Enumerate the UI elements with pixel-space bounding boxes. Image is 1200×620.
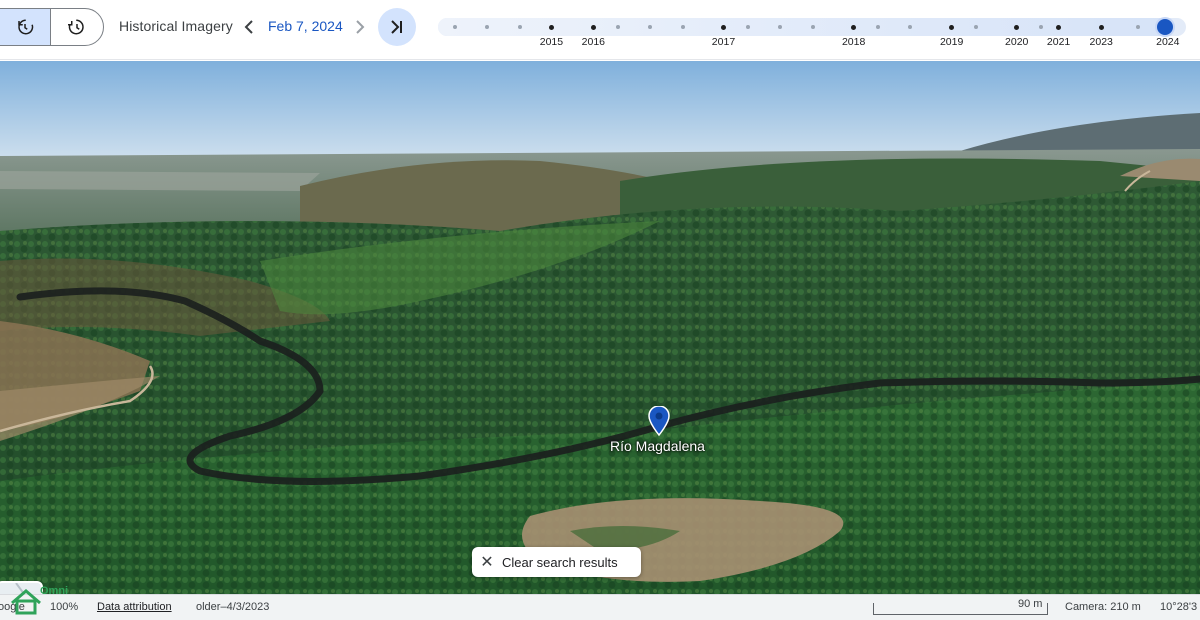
history-mode-button[interactable] [0, 9, 51, 45]
google-earth-app: Historical Imagery Feb 7, 2024 2015 2016 2… [0, 0, 1200, 620]
timeline-minor-tick [518, 25, 523, 29]
timeline-year-tick[interactable] [851, 24, 857, 30]
close-icon: ✕ [480, 554, 494, 571]
timeline-year-tick[interactable] [590, 24, 596, 30]
timeline-minor-tick [745, 25, 750, 29]
place-name-label[interactable]: Río Magdalena [610, 438, 705, 454]
status-bar: oogle 100% Data attribution older–4/3/20… [0, 594, 1200, 620]
timeline-year-label: 2021 [1046, 36, 1071, 48]
timeline-year-tick[interactable] [1014, 24, 1020, 30]
timeline-minor-tick [452, 25, 457, 29]
timeline-year-label: 2020 [1005, 36, 1029, 48]
timeline-minor-tick [875, 25, 880, 29]
previous-date-button[interactable] [238, 14, 260, 40]
timeline-handle[interactable] [1157, 19, 1173, 35]
camera-altitude: Camera: 210 m [1065, 601, 1141, 613]
clear-search-results-label: Clear search results [502, 554, 618, 570]
watermark-text: Omni [40, 585, 69, 597]
scale-label: 90 m [1018, 598, 1043, 610]
coordinates-readout: 10°28'3 [1160, 601, 1198, 613]
timeline-minor-tick [810, 25, 815, 29]
timeline-year-label: 2019 [939, 36, 964, 48]
location-pin-icon [648, 405, 670, 437]
data-attribution-link[interactable]: Data attribution [97, 601, 172, 613]
current-date-label[interactable]: Feb 7, 2024 [268, 18, 343, 34]
timeline-minor-tick [1038, 25, 1043, 29]
timeline-year-label: 2015 [539, 36, 564, 48]
map-3d-view[interactable]: 2D [0, 61, 1200, 594]
timeline-year-tick[interactable] [720, 24, 726, 30]
historical-imagery-label: Historical Imagery [119, 18, 233, 34]
timeline-minor-tick [973, 25, 978, 29]
skip-to-end-icon [391, 20, 402, 34]
historical-imagery-toolbar: Historical Imagery Feb 7, 2024 2015 2016 2… [0, 0, 1200, 60]
timeline-year-tick[interactable] [949, 24, 955, 30]
chevron-left-icon [244, 20, 253, 34]
clear-search-results-button[interactable]: ✕ Clear search results [472, 547, 641, 577]
imagery-date-range: older–4/3/2023 [196, 601, 270, 613]
chevron-right-icon [356, 20, 365, 34]
history-reset-icon [68, 19, 84, 35]
timeline-year-tick[interactable] [1056, 24, 1062, 30]
timeline-minor-tick [615, 25, 620, 29]
timeline-year-label: 2018 [841, 36, 866, 48]
jump-to-latest-button[interactable] [378, 8, 416, 46]
timeline-year-tick[interactable] [548, 24, 554, 30]
timeline-year-label: 2023 [1089, 36, 1113, 48]
reset-history-button[interactable] [51, 9, 103, 45]
next-date-button[interactable] [349, 14, 371, 40]
timeline-year-label: 2017 [711, 36, 736, 48]
place-marker[interactable] [648, 405, 670, 437]
timeline-year-label: 2016 [581, 36, 606, 48]
timeline-year-label: 2024 [1156, 36, 1180, 48]
timeline-slider[interactable] [438, 18, 1186, 36]
history-icon [17, 19, 33, 35]
terrain-imagery [0, 61, 1200, 594]
timeline-year-tick[interactable] [1098, 24, 1104, 30]
history-toggle-group [0, 8, 104, 46]
timeline-minor-tick [680, 25, 685, 29]
